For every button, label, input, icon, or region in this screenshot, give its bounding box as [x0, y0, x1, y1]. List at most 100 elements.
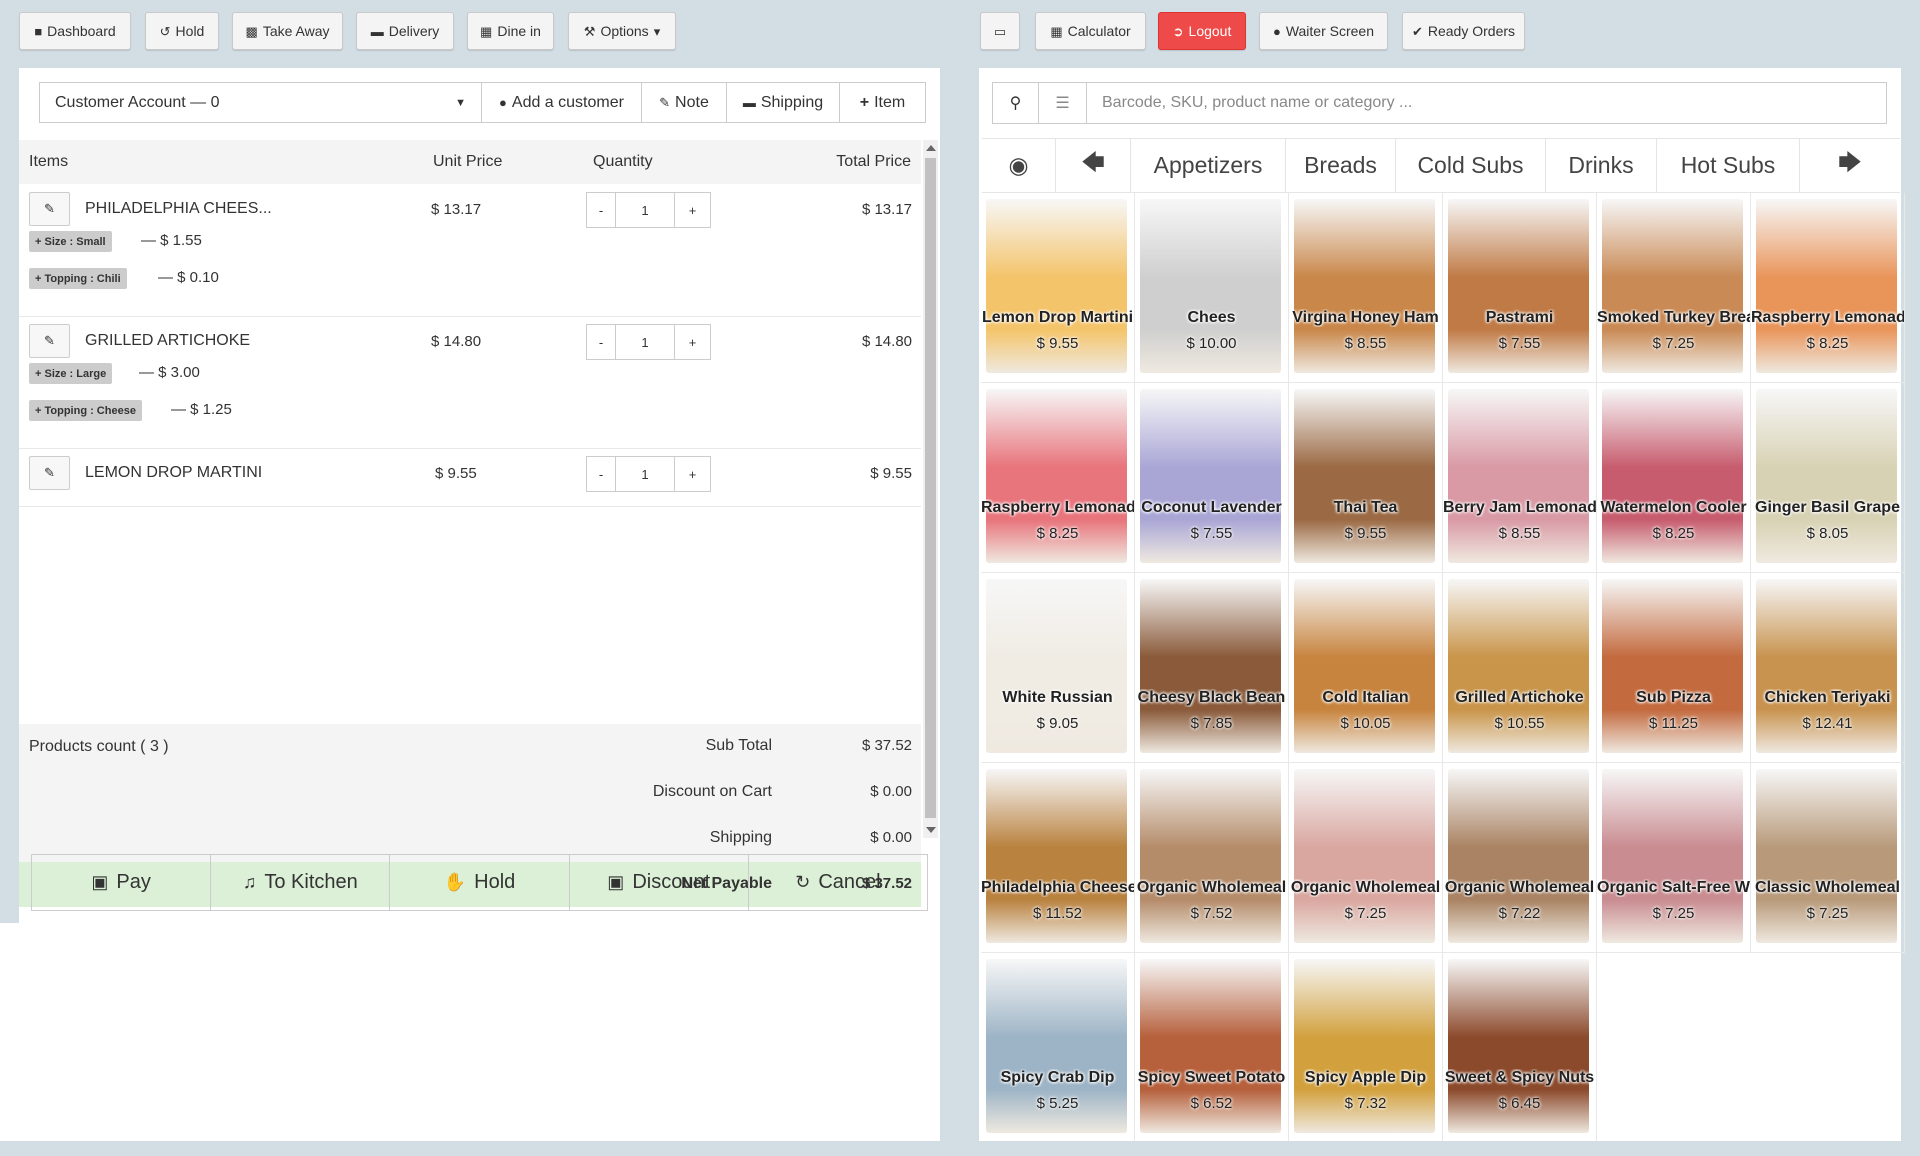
- scroll-up-icon[interactable]: [926, 145, 936, 151]
- category-tab-breads[interactable]: Breads: [1286, 139, 1396, 192]
- cancel-button[interactable]: ↻ Cancel: [749, 855, 927, 910]
- hold-button[interactable]: ↺ Hold: [145, 12, 219, 50]
- product-name: Spicy Crab Dip: [1000, 1069, 1115, 1086]
- product-tile[interactable]: Classic Wholemeal $ 7.25: [1751, 763, 1905, 953]
- product-tile[interactable]: Cold Italian $ 10.05: [1289, 573, 1443, 763]
- product-tile[interactable]: Organic Salt-Free Wholemeal $ 7.25: [1597, 763, 1751, 953]
- to-kitchen-button[interactable]: ♫ To Kitchen: [211, 855, 391, 910]
- dine-in-button[interactable]: ▦ Dine in: [467, 12, 554, 50]
- fullscreen-button[interactable]: ▭: [980, 12, 1020, 50]
- pay-button[interactable]: ▣ Pay: [32, 855, 212, 910]
- product-tile[interactable]: Organic Wholemeal $ 7.25: [1289, 763, 1443, 953]
- product-tile[interactable]: Spicy Crab Dip $ 5.25: [981, 953, 1135, 1143]
- option-price: — $ 3.00: [139, 364, 200, 381]
- options-dropdown[interactable]: ⚒ Options ▾: [568, 12, 676, 50]
- edit-item-button[interactable]: ✎: [29, 192, 70, 226]
- delivery-button[interactable]: ▬ Delivery: [356, 12, 454, 50]
- shipping-button[interactable]: ▬ Shipping: [727, 83, 840, 122]
- product-tile[interactable]: White Russian $ 9.05: [981, 573, 1135, 763]
- barcode-button[interactable]: ☰: [1039, 83, 1087, 123]
- product-tile[interactable]: Organic Wholemeal $ 7.52: [1135, 763, 1289, 953]
- add-customer-button[interactable]: ● Add a customer: [482, 83, 642, 122]
- discount-button[interactable]: ▣ Discount: [570, 855, 749, 910]
- edit-icon: ✎: [44, 201, 55, 216]
- product-price: $ 10.05: [1340, 715, 1391, 732]
- note-button[interactable]: ✎ Note: [642, 83, 727, 122]
- product-tile[interactable]: Spicy Apple Dip $ 7.32: [1289, 953, 1443, 1143]
- scroll-down-icon[interactable]: [926, 827, 936, 833]
- product-tile[interactable]: Coconut Lavender $ 7.55: [1135, 383, 1289, 573]
- quantity-value[interactable]: 1: [616, 193, 675, 227]
- product-name: Philadelphia Cheese: [981, 879, 1134, 896]
- product-tile[interactable]: Raspberry Lemonade $ 8.25: [1751, 193, 1905, 383]
- product-tile[interactable]: Watermelon Cooler $ 8.25: [1597, 383, 1751, 573]
- scrollbar-thumb[interactable]: [925, 158, 936, 818]
- product-tile[interactable]: Spicy Sweet Potato $ 6.52: [1135, 953, 1289, 1143]
- hold-order-button[interactable]: ✋ Hold: [390, 855, 570, 910]
- dashboard-button[interactable]: ■ Dashboard: [19, 12, 131, 50]
- search-input[interactable]: Barcode, SKU, product name or category .…: [1087, 83, 1886, 123]
- calculator-icon: ▦: [1050, 23, 1063, 39]
- product-tile[interactable]: Chees $ 10.00: [1135, 193, 1289, 383]
- cart-scrollbar[interactable]: [923, 140, 938, 838]
- product-tile[interactable]: Philadelphia Cheese $ 11.52: [981, 763, 1135, 953]
- quantity-value[interactable]: 1: [616, 325, 675, 359]
- waiter-screen-button[interactable]: ● Waiter Screen: [1259, 12, 1388, 50]
- cart-item-name: LEMON DROP MARTINI: [85, 464, 263, 481]
- logout-button[interactable]: ➲ Logout: [1158, 12, 1246, 50]
- product-tile[interactable]: Sweet & Spicy Nuts $ 6.45: [1443, 953, 1597, 1143]
- edit-item-button[interactable]: ✎: [29, 456, 70, 490]
- category-next-button[interactable]: 🡆: [1800, 139, 1900, 192]
- increase-button[interactable]: +: [675, 325, 710, 359]
- quantity-value[interactable]: 1: [616, 457, 675, 491]
- product-name: Smoked Turkey Breast: [1597, 309, 1750, 326]
- increase-button[interactable]: +: [675, 457, 710, 491]
- customer-select[interactable]: Customer Account — 0 ▼: [40, 83, 482, 122]
- search-button[interactable]: ⚲: [993, 83, 1039, 123]
- product-tile[interactable]: Ginger Basil Grape $ 8.05: [1751, 383, 1905, 573]
- cart-item-total: $ 14.80: [861, 333, 912, 350]
- product-tile[interactable]: Pastrami $ 7.55: [1443, 193, 1597, 383]
- category-tab-appetizers[interactable]: Appetizers: [1131, 139, 1286, 192]
- quantity-stepper: - 1 +: [586, 324, 711, 360]
- product-tile[interactable]: Berry Jam Lemonade $ 8.55: [1443, 383, 1597, 573]
- cart-item-total: $ 13.17: [861, 201, 912, 218]
- product-tile[interactable]: Raspberry Lemonade $ 8.25: [981, 383, 1135, 573]
- subtotal-value: $ 37.52: [861, 737, 912, 754]
- cart-item-unit-price: $ 14.80: [431, 333, 482, 350]
- decrease-button[interactable]: -: [587, 193, 616, 227]
- product-tile[interactable]: Smoked Turkey Breast $ 7.25: [1597, 193, 1751, 383]
- option-badge: + Size : Small: [29, 231, 112, 252]
- product-tile[interactable]: Organic Wholemeal $ 7.22: [1443, 763, 1597, 953]
- take-away-button[interactable]: ▩ Take Away: [232, 12, 343, 50]
- product-tile[interactable]: Lemon Drop Martini $ 9.55: [981, 193, 1135, 383]
- product-tile[interactable]: Virgina Honey Ham $ 8.55: [1289, 193, 1443, 383]
- product-tile[interactable]: Grilled Artichoke $ 10.55: [1443, 573, 1597, 763]
- product-name: Pastrami: [1485, 309, 1554, 326]
- product-name: Sweet & Spicy Nuts: [1444, 1069, 1595, 1086]
- toggle-view-button[interactable]: ◉: [982, 139, 1056, 192]
- product-tile[interactable]: Thai Tea $ 9.55: [1289, 383, 1443, 573]
- product-price: $ 9.05: [1036, 715, 1079, 732]
- product-tile[interactable]: Sub Pizza $ 11.25: [1597, 573, 1751, 763]
- product-tile[interactable]: Chicken Teriyaki $ 12.41: [1751, 573, 1905, 763]
- cart-actions: ▣ Pay ♫ To Kitchen ✋ Hold ▣ Discount ↻ Cancel: [31, 854, 928, 911]
- category-tab-drinks[interactable]: Drinks: [1546, 139, 1657, 192]
- window-icon: ▭: [993, 23, 1007, 39]
- decrease-button[interactable]: -: [587, 457, 616, 491]
- category-tab-hot-subs[interactable]: Hot Subs: [1657, 139, 1800, 192]
- ready-orders-button[interactable]: ✔ Ready Orders: [1402, 12, 1525, 50]
- category-tab-cold-subs[interactable]: Cold Subs: [1396, 139, 1546, 192]
- decrease-button[interactable]: -: [587, 325, 616, 359]
- calculator-button[interactable]: ▦ Calculator: [1035, 12, 1146, 50]
- option-price: — $ 0.10: [158, 269, 219, 286]
- product-tile[interactable]: Cheesy Black Bean $ 7.85: [1135, 573, 1289, 763]
- category-prev-button[interactable]: 🡄: [1056, 139, 1131, 192]
- customer-select-value: Customer Account — 0: [55, 93, 220, 111]
- product-name: Spicy Sweet Potato: [1137, 1069, 1286, 1086]
- cart-table-header: Items Unit Price Quantity Total Price: [19, 140, 921, 184]
- add-item-button[interactable]: + Item: [840, 83, 925, 122]
- product-price: $ 11.52: [1033, 905, 1082, 922]
- edit-item-button[interactable]: ✎: [29, 324, 70, 358]
- increase-button[interactable]: +: [675, 193, 710, 227]
